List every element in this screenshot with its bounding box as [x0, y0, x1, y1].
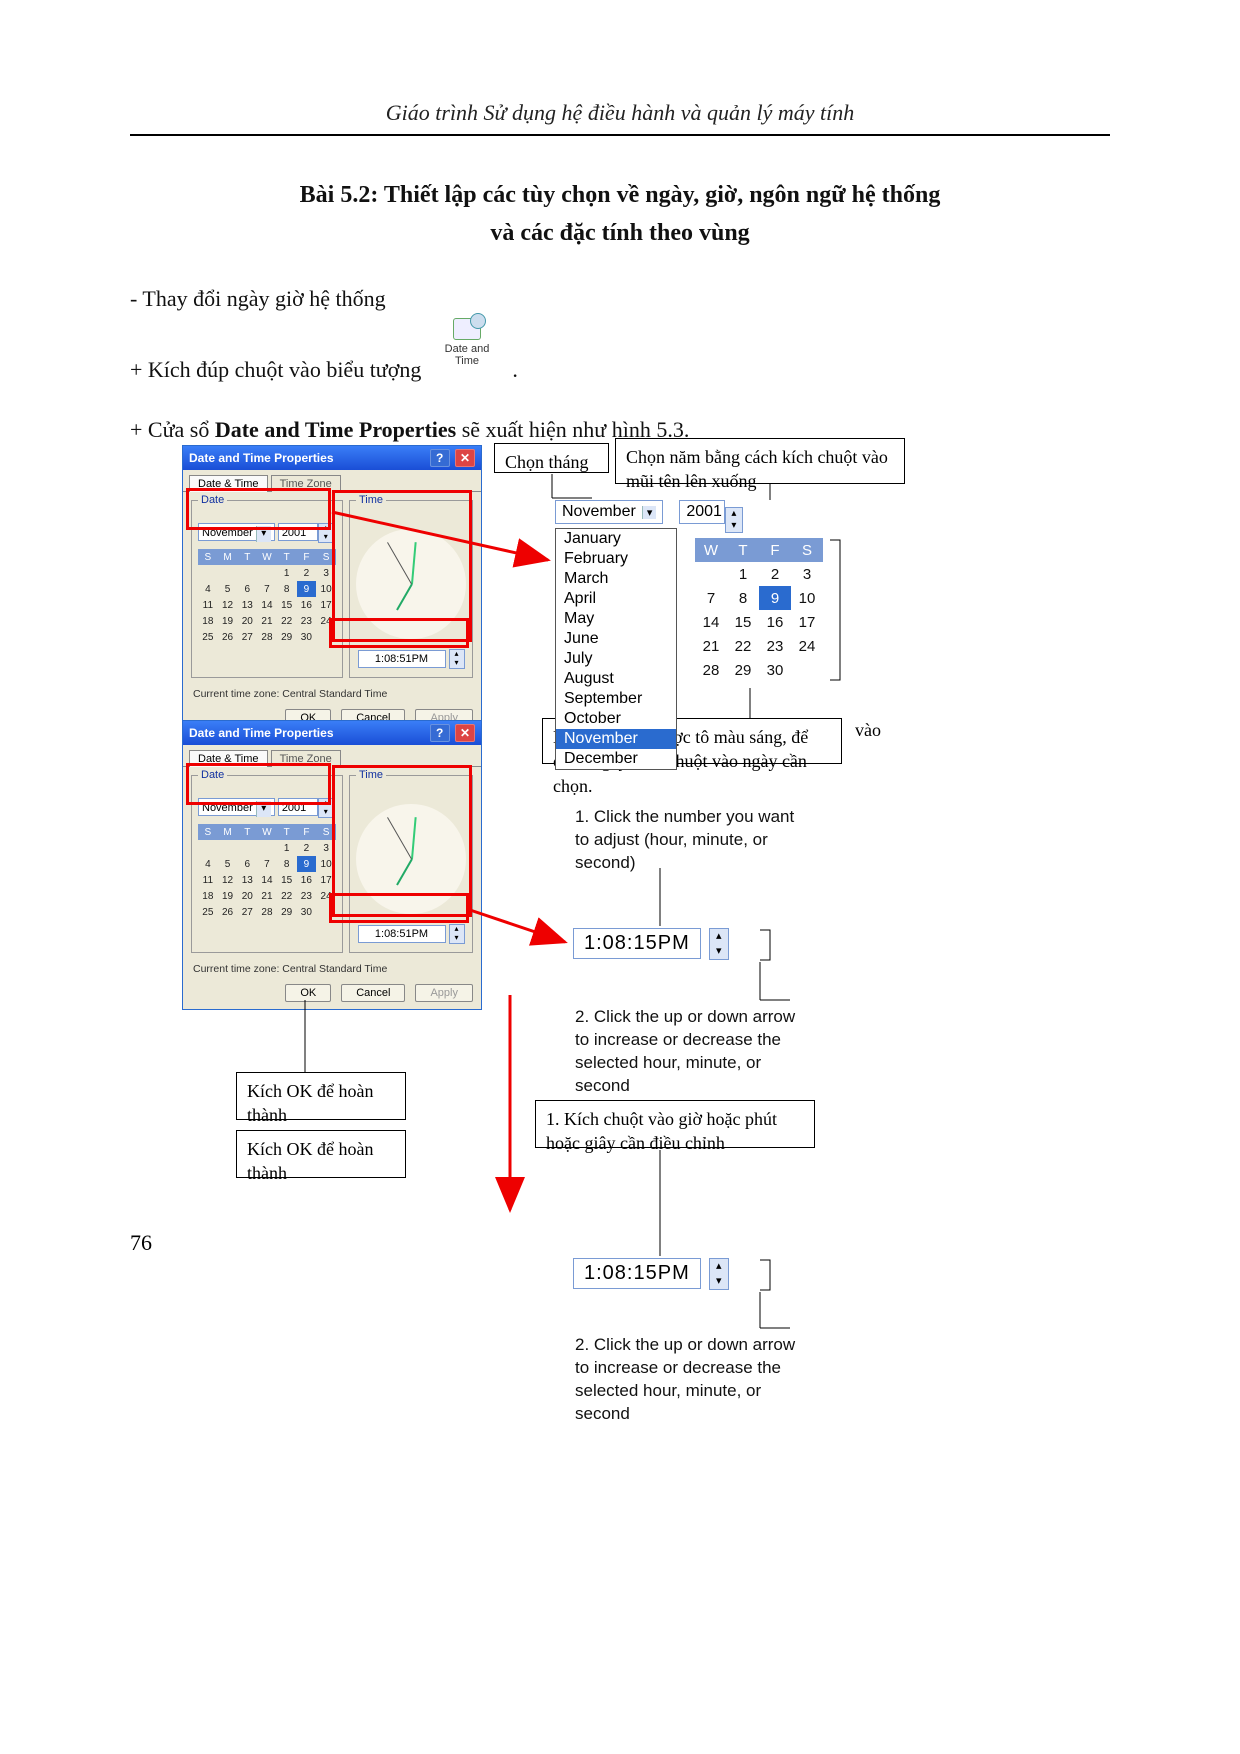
timezone-status: Current time zone: Central Standard Time — [183, 686, 481, 708]
date-time-dialog-2: Date and Time Properties ? ✕ Date & Time… — [182, 720, 482, 1010]
callout-chon-nam: Chọn năm bằng cách kích chuột vào mũi tê… — [615, 438, 905, 484]
calendar-grid[interactable]: SMTWTFS123456789101112131415161718192021… — [198, 549, 336, 645]
chevron-down-icon[interactable]: ▾ — [256, 526, 271, 542]
date-group-label: Date — [198, 494, 227, 506]
zoom-time-spinner-1[interactable]: ▴▾ — [709, 928, 729, 960]
year-spinner[interactable]: ▴▾ — [318, 523, 334, 543]
zoom-month-dropdown[interactable]: JanuaryFebruaryMarchAprilMayJuneJulyAugu… — [555, 528, 677, 770]
calendar-grid-2[interactable]: SMTWTFS123456789101112131415161718192021… — [198, 824, 336, 920]
time-group-label: Time — [356, 494, 386, 506]
zoom-time-field-2[interactable]: 1:08:15PM — [573, 1258, 701, 1289]
zoom-time-spinner-2[interactable]: ▴▾ — [709, 1258, 729, 1290]
dialog-title-text: Date and Time Properties — [189, 446, 334, 470]
time-field-2[interactable]: 1:08:51PM — [358, 925, 446, 943]
zoom-month-select[interactable]: November▾ — [555, 500, 663, 524]
callout-step2-en-repeat: 2. Click the up or down arrow to increas… — [565, 1328, 815, 1432]
zoom-time-row-2: 1:08:15PM ▴▾ — [573, 1258, 729, 1290]
close-button-icon[interactable]: ✕ — [455, 449, 475, 467]
year-input[interactable]: 2001 — [278, 523, 318, 541]
dialog-title-text-2: Date and Time Properties — [189, 721, 334, 745]
ok-button-2[interactable]: OK — [285, 984, 331, 1002]
dialog-titlebar: Date and Time Properties ? ✕ — [183, 446, 481, 470]
date-time-dialog-1: Date and Time Properties ? ✕ Date & Time… — [182, 445, 482, 735]
callout-chon-thang: Chọn tháng — [494, 443, 609, 473]
analog-clock — [356, 529, 466, 639]
zoom-calendar-partial[interactable]: WTFS123789101415161721222324282930 — [695, 538, 823, 682]
tab-date-time[interactable]: Date & Time — [189, 475, 268, 492]
year-spinner-2[interactable]: ▴▾ — [318, 798, 334, 818]
close-button-icon-2[interactable]: ✕ — [455, 724, 475, 742]
tab-time-zone-2[interactable]: Time Zone — [271, 750, 341, 767]
callout-kich-ok-1: Kích OK để hoàn thành — [236, 1072, 406, 1120]
callout-kich-gio-vn: 1. Kích chuột vào giờ hoặc phút hoặc giâ… — [535, 1100, 815, 1148]
apply-button-2[interactable]: Apply — [415, 984, 473, 1002]
callout-step2-en: 2. Click the up or down arrow to increas… — [565, 1000, 815, 1104]
zoom-year-input[interactable]: 2001 — [679, 500, 725, 524]
time-spinner-2[interactable]: ▴▾ — [449, 924, 465, 944]
year-input-2[interactable]: 2001 — [278, 798, 318, 816]
month-select-2[interactable]: November▾ — [198, 798, 275, 816]
callout-kich-ok-2: Kích OK để hoàn thành — [236, 1130, 406, 1178]
zoom-time-row-1: 1:08:15PM ▴▾ — [573, 928, 729, 960]
tab-date-time-2[interactable]: Date & Time — [189, 750, 268, 767]
month-select[interactable]: November▾ — [198, 523, 275, 541]
time-field[interactable]: 1:08:51PM — [358, 650, 446, 668]
chevron-down-icon[interactable]: ▾ — [642, 506, 657, 519]
tab-time-zone[interactable]: Time Zone — [271, 475, 341, 492]
zoom-time-field-1[interactable]: 1:08:15PM — [573, 928, 701, 959]
callout-step1-en: 1. Click the number you want to adjust (… — [565, 800, 815, 881]
fragment-vao: vào — [855, 720, 881, 741]
help-button-icon-2[interactable]: ? — [430, 724, 450, 742]
time-spinner[interactable]: ▴▾ — [449, 649, 465, 669]
cancel-button-2[interactable]: Cancel — [341, 984, 405, 1002]
help-button-icon[interactable]: ? — [430, 449, 450, 467]
tab-strip: Date & Time Time Zone — [183, 470, 481, 491]
zoom-year-spinner[interactable]: ▴▾ — [725, 507, 743, 533]
